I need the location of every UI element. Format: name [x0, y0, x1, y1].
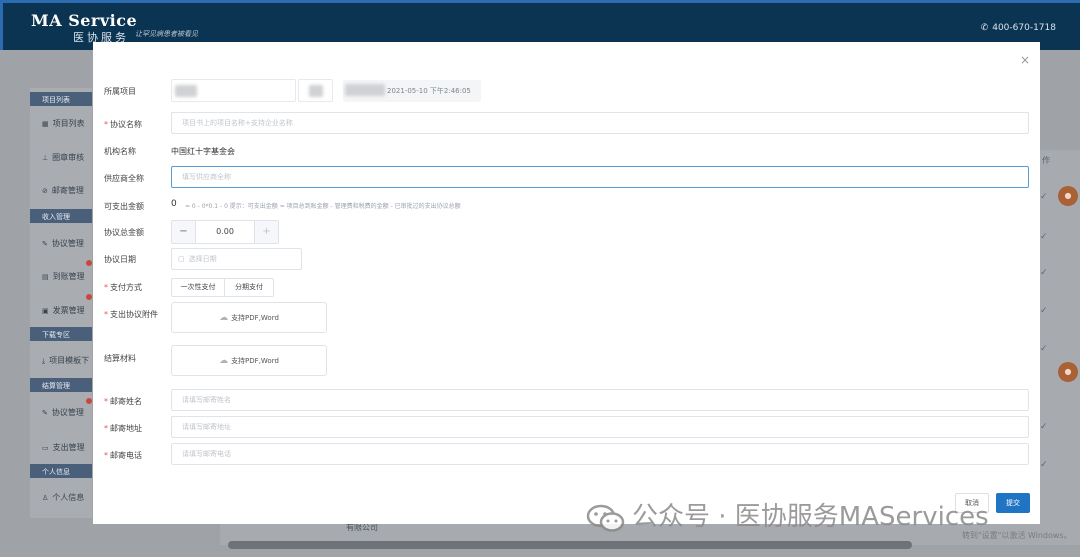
phone-icon: ✆ — [980, 23, 989, 33]
payment-label: * 支付方式 — [104, 283, 142, 292]
sidebar-group-head: 个人信息 — [30, 464, 92, 478]
project-select-secondary[interactable] — [298, 79, 333, 102]
sidebar: 项目列表 ▦ 项目列表 ⊥ 圈章审核 ⊘ 邮寄管理 收入管理 ✎ 协议管理 ▤ 到账管理 … — [30, 88, 92, 518]
stamp-icon: ⊥ — [42, 154, 49, 162]
wechat-icon — [586, 504, 625, 532]
sidebar-group-head: 收入管理 — [30, 209, 92, 223]
redacted-block — [175, 85, 197, 97]
org-label: 机构名称 — [104, 147, 136, 156]
org-value: 中国红十字基金会 — [171, 147, 235, 156]
decrement-button[interactable]: − — [172, 221, 196, 243]
redacted-block — [345, 84, 385, 96]
attachment-upload[interactable]: ☁ 支持PDF,Word — [171, 302, 327, 333]
check-icon: ✓ — [1040, 268, 1048, 278]
mail-address-input[interactable]: 请填写邮寄地址 — [171, 416, 1029, 438]
increment-button[interactable]: + — [254, 221, 278, 243]
notification-dot — [86, 294, 92, 300]
total-amount-stepper: − 0.00 + — [171, 220, 279, 244]
available-value: 0 — [171, 199, 177, 209]
sidebar-item-profile[interactable]: ♙ 个人信息 — [30, 492, 92, 503]
upload-cloud-icon: ☁ — [219, 356, 229, 366]
user-icon: ♙ — [42, 494, 49, 502]
edit-icon: ✎ — [42, 409, 48, 417]
status-badge[interactable]: ● — [1058, 186, 1078, 206]
check-icon: ✓ — [1040, 422, 1048, 432]
phone-contact: ✆ 400-670-1718 — [981, 23, 1056, 33]
total-label: 协议总金额 — [104, 228, 144, 237]
check-icon: ✓ — [1040, 232, 1048, 242]
check-icon: ✓ — [1040, 192, 1048, 202]
logo-slogan: 让罕见病患者被看见 — [135, 30, 198, 38]
watermark-text: 公众号 · 医协服务MAServices — [632, 502, 989, 532]
invoice-icon: ▣ — [42, 307, 49, 315]
check-icon: ✓ — [1040, 344, 1048, 354]
check-icon: ✓ — [1040, 460, 1048, 470]
supplier-input[interactable]: 填写供应商全称 — [171, 166, 1029, 188]
close-icon[interactable]: × — [1019, 54, 1031, 66]
status-badge[interactable]: ● — [1058, 362, 1078, 382]
sidebar-group-head: 结算管理 — [30, 378, 92, 392]
available-hint: = 0 - 0*0.1 - 0 提示：可支出金额 = 项目总到账金额 - 管理费… — [185, 203, 461, 210]
available-label: 可支出金额 — [104, 202, 144, 211]
mail-phone-input[interactable]: 请填写邮寄电话 — [171, 443, 1029, 465]
settlement-label: 结算材料 — [104, 354, 136, 363]
horizontal-scrollbar[interactable] — [228, 541, 912, 549]
sidebar-item-template-download[interactable]: ⤓ 项目模板下 — [30, 355, 92, 366]
mail-name-label: * 邮寄姓名 — [104, 397, 142, 406]
sidebar-item-receipt[interactable]: ▤ 到账管理 — [30, 271, 92, 282]
mail-phone-label: * 邮寄电话 — [104, 451, 142, 460]
submit-button[interactable]: 提交 — [996, 493, 1030, 513]
settlement-upload[interactable]: ☁ 支持PDF,Word — [171, 345, 327, 376]
pay-installment-option[interactable]: 分期支付 — [225, 278, 274, 297]
total-amount-input[interactable]: 0.00 — [196, 221, 254, 243]
expense-icon: ▭ — [42, 444, 49, 452]
phone-number: 400-670-1718 — [992, 23, 1056, 33]
notification-dot — [86, 398, 92, 404]
logo-text: MA Service — [31, 11, 138, 30]
download-icon: ⤓ — [42, 357, 46, 365]
sidebar-item-invoice[interactable]: ▣ 发票管理 — [30, 305, 92, 316]
agreement-name-input[interactable]: 项目书上的项目名称+支持企业名称 — [171, 112, 1029, 134]
grid-icon: ▦ — [42, 120, 49, 128]
upload-cloud-icon: ☁ — [219, 313, 229, 323]
receipt-icon: ▤ — [42, 273, 49, 281]
agreement-modal: × 所属项目 2021-05-10 下午2:46:05 * 协议名称 项目书上的项… — [93, 42, 1040, 524]
redacted-block — [309, 85, 323, 97]
sidebar-group-head: 项目列表 — [30, 92, 92, 106]
attachment-label: * 支出协议附件 — [104, 310, 158, 319]
sidebar-item-settle-agreement[interactable]: ✎ 协议管理 — [30, 407, 92, 418]
agreement-name-label: * 协议名称 — [104, 120, 142, 129]
date-label: 协议日期 — [104, 255, 136, 264]
calendar-icon: ▢ — [178, 255, 185, 263]
sidebar-item-project-list[interactable]: ▦ 项目列表 — [30, 118, 92, 129]
sidebar-item-income-agreement[interactable]: ✎ 协议管理 — [30, 238, 92, 249]
mail-name-input[interactable]: 请填写邮寄姓名 — [171, 389, 1029, 411]
check-icon: ✓ — [1040, 306, 1048, 316]
notification-dot — [86, 260, 92, 266]
project-select[interactable] — [171, 79, 296, 102]
sidebar-group-head: 下载专区 — [30, 327, 92, 341]
watermark: 公众号 · 医协服务MAServices — [586, 496, 989, 533]
windows-activation-notice: 转到"设置"以激活 Windows。 — [962, 531, 1072, 540]
edit-icon: ✎ — [42, 240, 48, 248]
pay-once-option[interactable]: 一次性支付 — [171, 278, 225, 297]
supplier-label: 供应商全称 — [104, 174, 144, 183]
sidebar-item-seal-review[interactable]: ⊥ 圈章审核 — [30, 152, 92, 163]
mail-address-label: * 邮寄地址 — [104, 424, 142, 433]
project-label: 所属项目 — [104, 87, 136, 96]
sidebar-item-expense[interactable]: ▭ 支出管理 — [30, 442, 92, 453]
sidebar-item-mail[interactable]: ⊘ 邮寄管理 — [30, 185, 92, 196]
agreement-date-picker[interactable]: ▢ 选择日期 — [171, 248, 302, 270]
mail-icon: ⊘ — [42, 187, 48, 195]
table-column-header: 作 — [1042, 156, 1050, 165]
